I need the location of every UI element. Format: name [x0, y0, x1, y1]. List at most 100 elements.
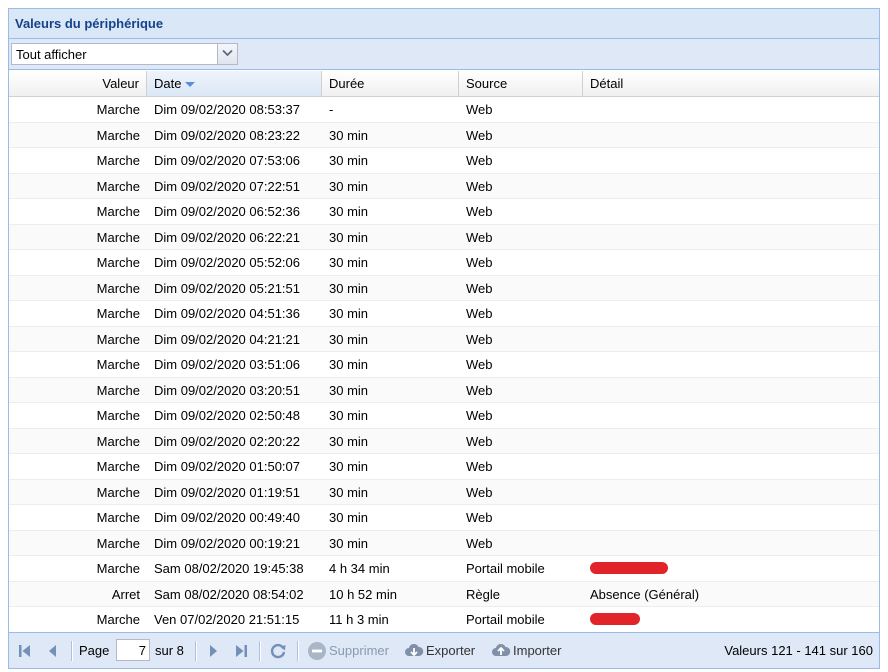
- prev-page-button[interactable]: [45, 643, 61, 662]
- cell-valeur: Marche: [96, 459, 140, 474]
- cell-date: Dim 09/02/2020 06:22:21: [154, 229, 300, 245]
- cell-source: Web: [466, 153, 493, 168]
- cell-detail: [583, 250, 879, 275]
- table-row[interactable]: Marche Dim 09/02/2020 03:20:51 30 min Web: [9, 377, 879, 403]
- column-header-duree[interactable]: Durée: [322, 71, 459, 96]
- table-row[interactable]: Marche Dim 09/02/2020 06:52:36 30 min Web: [9, 199, 879, 225]
- table-row[interactable]: Marche Dim 09/02/2020 07:53:06 30 min Web: [9, 148, 879, 174]
- table-row[interactable]: Marche Dim 09/02/2020 05:52:06 30 min Web: [9, 250, 879, 276]
- refresh-button[interactable]: [269, 642, 287, 663]
- filter-select[interactable]: Tout afficher: [11, 43, 238, 65]
- table-row[interactable]: Marche Dim 09/02/2020 04:51:36 30 min Web: [9, 301, 879, 327]
- last-page-button[interactable]: [233, 643, 249, 662]
- cell-source: Web: [466, 127, 493, 143]
- table-row[interactable]: Marche Dim 09/02/2020 02:50:48 30 min Web: [9, 403, 879, 429]
- cell-valeur: Marche: [96, 433, 140, 449]
- table-row[interactable]: Marche Ven 07/02/2020 21:51:15 11 h 3 min P…: [9, 607, 879, 632]
- cell-source: Web: [466, 357, 493, 372]
- cell-duree: 30 min: [329, 535, 369, 551]
- cell-detail: [583, 199, 879, 224]
- first-page-icon: [19, 645, 30, 657]
- cell-valeur: Marche: [96, 535, 140, 551]
- cell-date: Dim 09/02/2020 01:19:51: [154, 484, 300, 500]
- page-number-input[interactable]: [116, 639, 150, 661]
- column-header-source[interactable]: Source: [459, 71, 583, 96]
- page-count-label: sur 8: [155, 643, 184, 658]
- refresh-icon: [270, 643, 286, 659]
- sort-desc-icon: [185, 82, 196, 88]
- table-row[interactable]: Marche Dim 09/02/2020 05:21:51 30 min Web: [9, 275, 879, 301]
- separator: [259, 641, 261, 661]
- table-row[interactable]: Marche Dim 09/02/2020 08:23:22 30 min Web: [9, 122, 879, 148]
- cell-duree: 30 min: [329, 204, 369, 219]
- cell-valeur: Marche: [96, 280, 140, 296]
- cell-source: Web: [466, 229, 493, 245]
- table-row[interactable]: Marche Dim 09/02/2020 02:20:22 30 min Web: [9, 428, 879, 454]
- table-row[interactable]: Marche Dim 09/02/2020 00:49:40 30 min Web: [9, 505, 879, 531]
- cell-source: Portail mobile: [466, 561, 545, 576]
- filter-select-value: Tout afficher: [16, 47, 87, 62]
- cell-valeur: Marche: [96, 561, 140, 576]
- cloud-download-icon: [405, 643, 424, 657]
- next-page-icon: [210, 645, 217, 657]
- separator: [297, 641, 299, 661]
- table-row[interactable]: Marche Dim 09/02/2020 00:19:21 30 min Web: [9, 530, 879, 556]
- cell-detail: [583, 352, 879, 377]
- cell-valeur: Marche: [96, 382, 140, 398]
- cell-valeur: Marche: [96, 102, 140, 117]
- cell-duree: 30 min: [329, 357, 369, 372]
- import-button[interactable]: Importer: [491, 639, 571, 663]
- cell-duree: 30 min: [329, 331, 369, 347]
- chevron-down-icon: [222, 49, 233, 57]
- cloud-upload-icon: [492, 643, 511, 656]
- export-button[interactable]: Exporter: [404, 639, 484, 663]
- last-page-icon: [236, 645, 247, 657]
- table-row[interactable]: Marche Dim 09/02/2020 08:53:37 - Web: [9, 97, 879, 123]
- delete-button[interactable]: Supprimer: [307, 639, 397, 663]
- column-header-label: Durée: [329, 76, 365, 91]
- table-row[interactable]: Marche Dim 09/02/2020 01:50:07 30 min Web: [9, 454, 879, 480]
- cell-duree: 30 min: [329, 408, 369, 423]
- table-row[interactable]: Marche Sam 08/02/2020 19:45:38 4 h 34 min P…: [9, 556, 879, 582]
- cell-date: Dim 09/02/2020 02:50:48: [154, 408, 300, 423]
- table-row[interactable]: Marche Dim 09/02/2020 01:19:51 30 min Web: [9, 479, 879, 505]
- cell-duree: 4 h 34 min: [329, 561, 390, 576]
- cell-valeur: Arret: [111, 586, 140, 602]
- cell-date: Dim 09/02/2020 03:20:51: [154, 382, 300, 398]
- cell-source: Web: [466, 178, 493, 194]
- cell-duree: 30 min: [329, 382, 369, 398]
- cell-valeur: Marche: [96, 204, 140, 219]
- cell-valeur: Marche: [96, 178, 140, 194]
- table-row[interactable]: Marche Dim 09/02/2020 06:22:21 30 min Web: [9, 224, 879, 250]
- column-header-detail[interactable]: Détail: [583, 71, 881, 96]
- cell-date: Dim 09/02/2020 07:22:51: [154, 178, 300, 194]
- redaction-mark: [590, 613, 640, 625]
- panel-title: Valeurs du périphérique: [15, 16, 164, 31]
- column-header-date[interactable]: Date: [147, 71, 322, 96]
- cell-date: Dim 09/02/2020 02:20:22: [154, 433, 300, 449]
- export-button-label: Exporter: [426, 643, 476, 658]
- cell-date: Dim 09/02/2020 03:51:06: [154, 357, 300, 372]
- cell-date: Dim 09/02/2020 07:53:06: [154, 153, 300, 168]
- cell-date: Dim 09/02/2020 08:23:22: [154, 127, 300, 143]
- table-row[interactable]: Arret Sam 08/02/2020 08:54:02 10 h 52 min R…: [9, 581, 879, 607]
- first-page-button[interactable]: [17, 643, 33, 662]
- column-header-valeur[interactable]: Valeur: [9, 71, 147, 96]
- table-row[interactable]: Marche Dim 09/02/2020 07:22:51 30 min Web: [9, 173, 879, 199]
- cell-detail: [583, 174, 879, 199]
- cell-valeur: Marche: [96, 484, 140, 500]
- cell-duree: 30 min: [329, 306, 369, 321]
- grid-header: Valeur Date Durée Source Détail: [9, 71, 879, 97]
- separator: [71, 641, 73, 661]
- column-header-label: Date: [154, 76, 182, 91]
- table-row[interactable]: Marche Dim 09/02/2020 03:51:06 30 min Web: [9, 352, 879, 378]
- filter-dropdown-trigger[interactable]: [217, 44, 237, 64]
- paging-status: Valeurs 121 - 141 sur 160: [724, 643, 873, 658]
- cell-detail: [583, 454, 879, 479]
- column-header-label: Source: [466, 76, 508, 91]
- table-row[interactable]: Marche Dim 09/02/2020 04:21:21 30 min Web: [9, 326, 879, 352]
- cell-duree: 30 min: [329, 153, 369, 168]
- next-page-button[interactable]: [205, 643, 221, 662]
- cell-detail: [583, 378, 879, 403]
- prev-page-icon: [49, 645, 56, 657]
